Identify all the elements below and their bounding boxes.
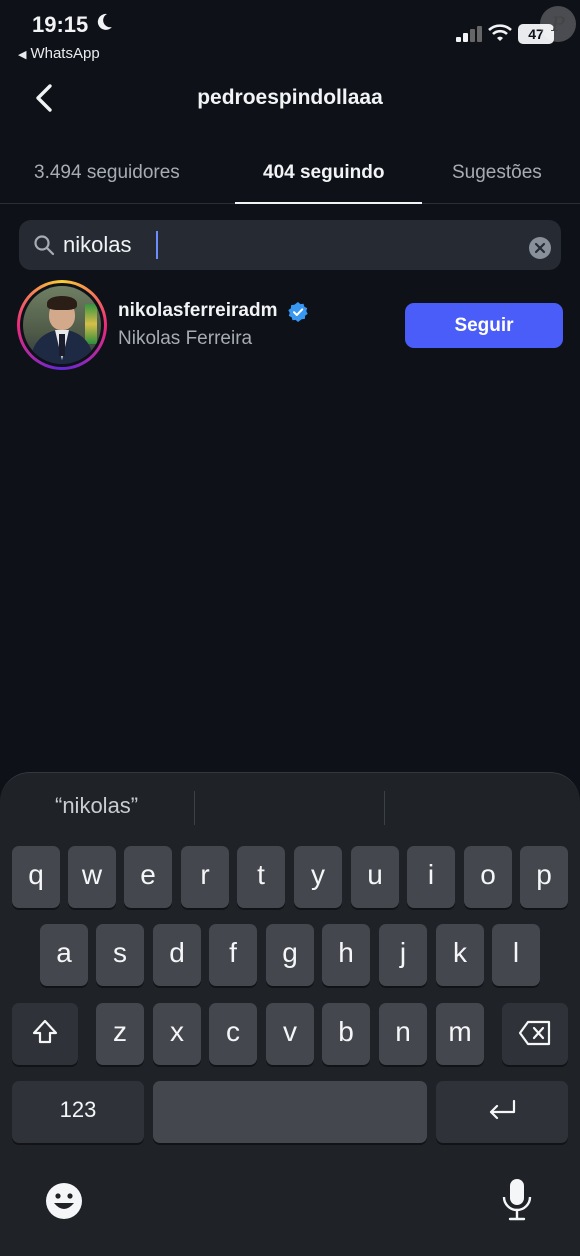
status-time: 19:15 — [32, 12, 89, 37]
key-v[interactable]: v — [266, 1003, 314, 1065]
cellular-signal-icon — [456, 26, 482, 42]
profile-avatar[interactable] — [17, 280, 107, 370]
moon-icon — [97, 13, 112, 30]
key-i[interactable]: i — [407, 846, 455, 908]
key-y[interactable]: y — [294, 846, 342, 908]
backspace-icon — [518, 1020, 551, 1046]
tab-following[interactable]: 404 seguindo — [263, 162, 384, 184]
key-e[interactable]: e — [124, 846, 172, 908]
space-key[interactable] — [153, 1081, 427, 1143]
search-bar[interactable] — [19, 220, 561, 270]
emoji-icon[interactable] — [44, 1181, 84, 1221]
watermark-logo: P — [540, 6, 576, 42]
key-f[interactable]: f — [209, 924, 257, 986]
avatar-photo — [23, 286, 101, 364]
key-n[interactable]: n — [379, 1003, 427, 1065]
return-arrow-icon — [489, 1099, 516, 1120]
return-key[interactable] — [436, 1081, 568, 1143]
key-k[interactable]: k — [436, 924, 484, 986]
key-a[interactable]: a — [40, 924, 88, 986]
key-w[interactable]: w — [68, 846, 116, 908]
back-app-label: WhatsApp — [30, 45, 100, 62]
shift-key[interactable] — [12, 1003, 78, 1065]
back-triangle-icon: ◀ — [18, 49, 27, 61]
key-z[interactable]: z — [96, 1003, 144, 1065]
key-g[interactable]: g — [266, 924, 314, 986]
follow-button[interactable]: Seguir — [405, 303, 563, 348]
status-bar: 19:15 ◀ WhatsApp 47 P — [0, 0, 580, 70]
microphone-icon[interactable] — [500, 1177, 534, 1223]
result-username[interactable]: nikolasferreiradm — [118, 300, 277, 322]
tab-suggestions[interactable]: Sugestões — [452, 162, 542, 184]
suggestion-separator — [384, 791, 385, 825]
active-tab-indicator — [235, 202, 422, 204]
key-l[interactable]: l — [492, 924, 540, 986]
back-to-app-link[interactable]: ◀ WhatsApp — [18, 45, 100, 62]
numbers-key[interactable]: 123 — [12, 1081, 144, 1143]
key-c[interactable]: c — [209, 1003, 257, 1065]
result-full-name: Nikolas Ferreira — [118, 328, 253, 349]
tab-followers[interactable]: 3.494 seguidores — [34, 162, 180, 184]
backspace-key[interactable] — [502, 1003, 568, 1065]
key-t[interactable]: t — [237, 846, 285, 908]
page-title: pedroespindollaaa — [197, 86, 383, 109]
wifi-icon — [488, 24, 512, 41]
search-input[interactable] — [63, 228, 503, 262]
key-d[interactable]: d — [153, 924, 201, 986]
keyboard-suggestion[interactable]: “nikolas” — [55, 793, 138, 819]
key-s[interactable]: s — [96, 924, 144, 986]
key-h[interactable]: h — [322, 924, 370, 986]
key-j[interactable]: j — [379, 924, 427, 986]
key-p[interactable]: p — [520, 846, 568, 908]
key-b[interactable]: b — [322, 1003, 370, 1065]
key-q[interactable]: q — [12, 846, 60, 908]
shift-arrow-icon — [32, 1019, 58, 1044]
tab-bar: 3.494 seguidores 404 seguindo Sugestões — [0, 148, 580, 204]
key-o[interactable]: o — [464, 846, 512, 908]
suggestion-separator — [194, 791, 195, 825]
key-u[interactable]: u — [351, 846, 399, 908]
search-icon — [34, 235, 55, 256]
key-r[interactable]: r — [181, 846, 229, 908]
text-caret — [156, 231, 158, 259]
key-m[interactable]: m — [436, 1003, 484, 1065]
on-screen-keyboard: “nikolas” q w e r t y u i o p a s d f g … — [0, 772, 580, 1256]
key-x[interactable]: x — [153, 1003, 201, 1065]
verified-badge-icon — [288, 302, 308, 322]
clear-search-icon[interactable] — [528, 236, 552, 260]
